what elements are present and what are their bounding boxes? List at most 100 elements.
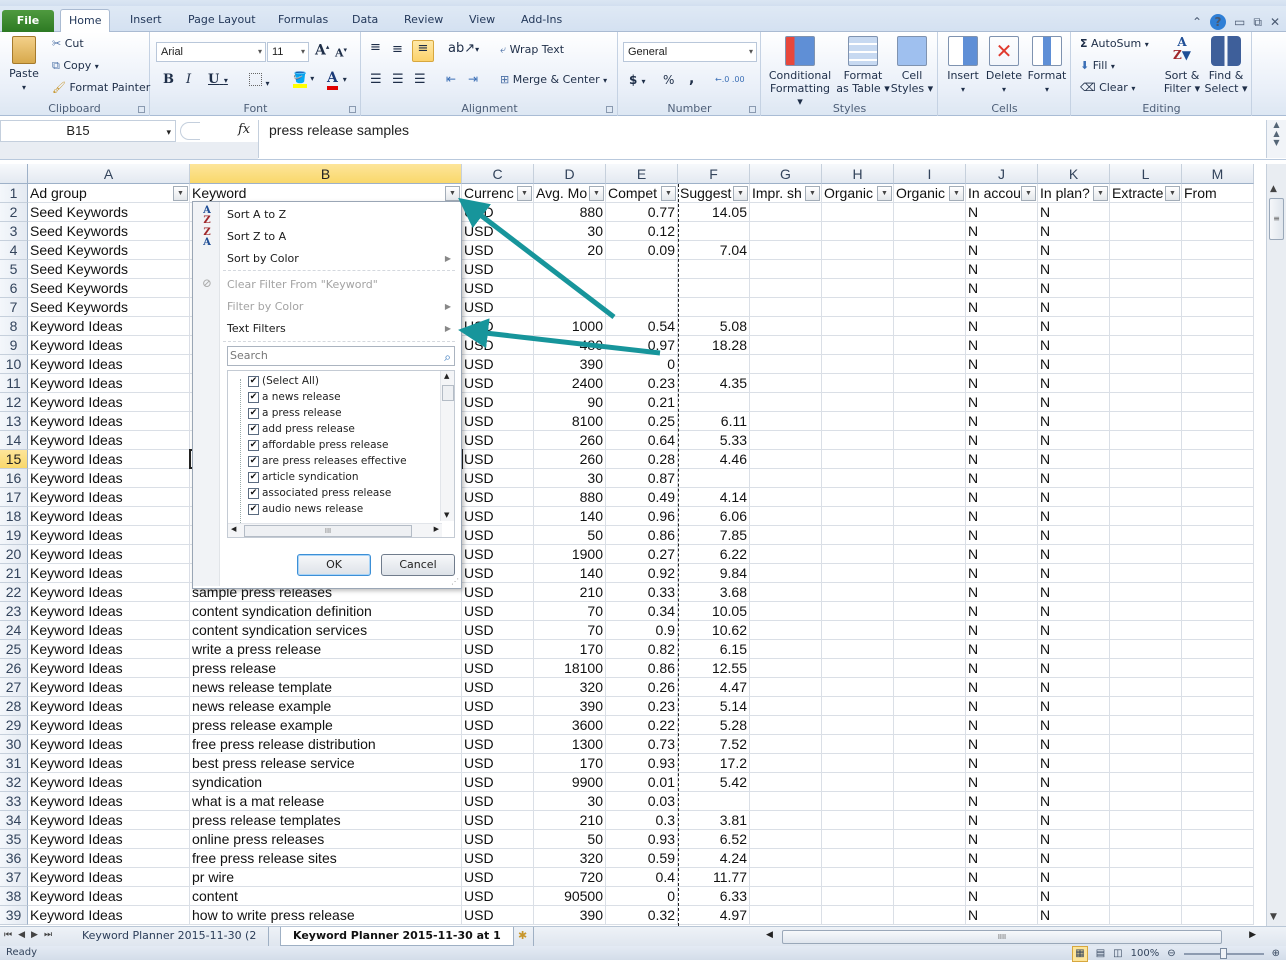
scroll-left-icon[interactable]: ◀: [231, 525, 236, 533]
table-cell[interactable]: [822, 830, 894, 849]
filter-dropdown-button[interactable]: ▼: [589, 186, 604, 201]
table-cell[interactable]: [1110, 735, 1182, 754]
table-cell[interactable]: Keyword Ideas: [28, 868, 190, 887]
table-cell[interactable]: [678, 469, 750, 488]
table-cell[interactable]: [894, 849, 966, 868]
table-cell[interactable]: Keyword Ideas: [28, 526, 190, 545]
table-cell[interactable]: N: [1038, 412, 1110, 431]
formula-bar-expand[interactable]: ▲ ▲ ▼: [1266, 120, 1286, 158]
table-cell[interactable]: USD: [462, 317, 534, 336]
table-cell[interactable]: [1182, 545, 1254, 564]
table-cell[interactable]: 260: [534, 431, 606, 450]
table-cell[interactable]: [894, 355, 966, 374]
row-header[interactable]: 38: [0, 887, 28, 906]
zoom-slider-knob[interactable]: [1219, 948, 1227, 959]
table-cell[interactable]: USD: [462, 849, 534, 868]
table-cell[interactable]: N: [1038, 450, 1110, 469]
table-cell[interactable]: USD: [462, 640, 534, 659]
table-cell[interactable]: [822, 716, 894, 735]
row-header[interactable]: 28: [0, 697, 28, 716]
alignment-launcher[interactable]: [606, 106, 613, 113]
table-cell[interactable]: Keyword Ideas: [28, 754, 190, 773]
insert-cells-button[interactable]: Insert ▾: [943, 36, 983, 96]
table-cell[interactable]: [1182, 716, 1254, 735]
font-size-combo[interactable]: 11 ▾: [267, 42, 309, 62]
table-cell[interactable]: [822, 488, 894, 507]
table-cell[interactable]: 30: [534, 469, 606, 488]
table-cell[interactable]: 0.21: [606, 393, 678, 412]
table-cell[interactable]: what is a mat release: [190, 792, 462, 811]
table-cell[interactable]: 6.33: [678, 887, 750, 906]
table-cell[interactable]: 0.49: [606, 488, 678, 507]
table-cell[interactable]: [822, 602, 894, 621]
table-cell[interactable]: 0.28: [606, 450, 678, 469]
tab-view[interactable]: View: [461, 9, 503, 33]
table-cell[interactable]: [1182, 393, 1254, 412]
table-cell[interactable]: 12.55: [678, 659, 750, 678]
row-header[interactable]: 24: [0, 621, 28, 640]
table-cell[interactable]: Keyword Ideas: [28, 773, 190, 792]
row-header[interactable]: 20: [0, 545, 28, 564]
table-cell[interactable]: N: [966, 678, 1038, 697]
row-header[interactable]: 4: [0, 241, 28, 260]
zoom-in-icon[interactable]: ⊕: [1272, 947, 1280, 961]
table-cell[interactable]: Keyword Ideas: [28, 830, 190, 849]
table-cell[interactable]: [1110, 849, 1182, 868]
table-cell[interactable]: USD: [462, 450, 534, 469]
table-cell[interactable]: [894, 431, 966, 450]
table-cell[interactable]: 7.04: [678, 241, 750, 260]
table-cell[interactable]: [750, 678, 822, 697]
table-cell[interactable]: Keyword Ideas: [28, 792, 190, 811]
table-cell[interactable]: N: [966, 545, 1038, 564]
table-cell[interactable]: 0.26: [606, 678, 678, 697]
table-cell[interactable]: [1182, 678, 1254, 697]
table-cell[interactable]: [822, 583, 894, 602]
checkbox-checked-icon[interactable]: ✔: [248, 487, 259, 499]
table-cell[interactable]: USD: [462, 203, 534, 222]
tab-review[interactable]: Review: [396, 9, 451, 33]
row-header[interactable]: 21: [0, 564, 28, 583]
table-cell[interactable]: [750, 507, 822, 526]
table-cell[interactable]: [822, 868, 894, 887]
table-cell[interactable]: Keyword Ideas: [28, 659, 190, 678]
table-cell[interactable]: 9900: [534, 773, 606, 792]
table-cell[interactable]: USD: [462, 336, 534, 355]
table-cell[interactable]: N: [1038, 564, 1110, 583]
row-header[interactable]: 36: [0, 849, 28, 868]
table-cell[interactable]: [750, 640, 822, 659]
tab-page-layout[interactable]: Page Layout: [180, 9, 264, 33]
number-format-combo[interactable]: General ▾: [623, 42, 757, 62]
table-cell[interactable]: [822, 203, 894, 222]
table-cell[interactable]: 0.34: [606, 602, 678, 621]
row-header[interactable]: 19: [0, 526, 28, 545]
table-cell[interactable]: [1182, 469, 1254, 488]
italic-button[interactable]: I: [186, 72, 191, 87]
table-cell[interactable]: N: [1038, 222, 1110, 241]
table-cell[interactable]: [1182, 241, 1254, 260]
table-cell[interactable]: [1182, 488, 1254, 507]
table-cell[interactable]: Seed Keywords: [28, 279, 190, 298]
row-header[interactable]: 14: [0, 431, 28, 450]
table-cell[interactable]: news release template: [190, 678, 462, 697]
filter-dropdown-button[interactable]: ▼: [877, 186, 892, 201]
row-header[interactable]: 8: [0, 317, 28, 336]
table-cell[interactable]: press release: [190, 659, 462, 678]
table-cell[interactable]: [750, 355, 822, 374]
table-cell[interactable]: [1110, 754, 1182, 773]
table-cell[interactable]: 0.86: [606, 659, 678, 678]
row-header[interactable]: 6: [0, 279, 28, 298]
table-cell[interactable]: 1300: [534, 735, 606, 754]
filter-list-vscroll[interactable]: ▲ ▼: [440, 371, 454, 521]
table-cell[interactable]: N: [1038, 431, 1110, 450]
table-cell[interactable]: [750, 697, 822, 716]
table-cell[interactable]: Seed Keywords: [28, 298, 190, 317]
table-cell[interactable]: 0.97: [606, 336, 678, 355]
table-cell[interactable]: 9.84: [678, 564, 750, 583]
table-cell[interactable]: 7.52: [678, 735, 750, 754]
table-cell[interactable]: [1110, 811, 1182, 830]
table-cell[interactable]: Seed Keywords: [28, 260, 190, 279]
table-cell[interactable]: [1182, 279, 1254, 298]
menu-sort-by-color[interactable]: Sort by Color ▶: [227, 249, 455, 269]
table-cell[interactable]: USD: [462, 754, 534, 773]
table-cell[interactable]: [534, 279, 606, 298]
